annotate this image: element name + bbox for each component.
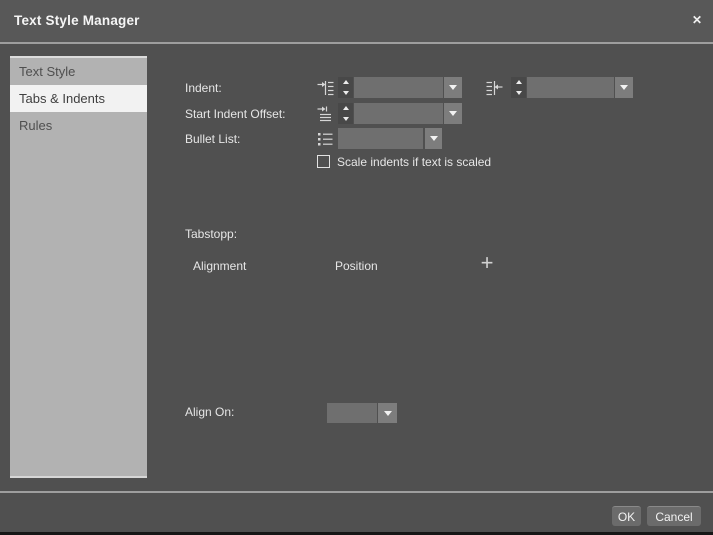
indent-left-icon — [317, 80, 334, 96]
spinner-down-icon[interactable] — [338, 88, 353, 99]
titlebar-separator — [0, 42, 713, 44]
bullet-list-label: Bullet List: — [185, 129, 240, 149]
align-on-input[interactable] — [327, 403, 377, 423]
tabstop-column-alignment: Alignment — [193, 256, 246, 276]
start-indent-offset-dropdown-button[interactable] — [444, 103, 462, 124]
indent-left-spinner — [338, 77, 353, 98]
sidebar-item-rules[interactable]: Rules — [10, 112, 147, 139]
ok-button[interactable]: OK — [612, 506, 641, 526]
spinner-down-icon[interactable] — [338, 114, 353, 125]
indent-right-icon — [486, 80, 503, 96]
close-button[interactable]: ✕ — [687, 10, 707, 30]
spinner-down-icon[interactable] — [511, 88, 526, 99]
dropdown-arrow-icon — [449, 85, 457, 90]
dropdown-arrow-icon — [620, 85, 628, 90]
tabstop-column-position: Position — [335, 256, 378, 276]
spinner-up-icon[interactable] — [338, 77, 353, 88]
bullet-list-input[interactable] — [338, 128, 423, 149]
align-on-label: Align On: — [185, 402, 234, 422]
indent-right-dropdown-button[interactable] — [615, 77, 633, 98]
text-style-manager-dialog: Text Style Manager ✕ Text Style Tabs & I… — [0, 0, 713, 535]
titlebar: Text Style Manager ✕ — [0, 0, 713, 42]
align-on-dropdown-button[interactable] — [378, 403, 397, 423]
plus-icon: + — [481, 250, 494, 275]
close-icon: ✕ — [692, 13, 702, 27]
start-indent-offset-spinner — [338, 103, 353, 124]
sidebar-item-tabs-indents[interactable]: Tabs & Indents — [10, 85, 147, 112]
spinner-up-icon[interactable] — [511, 77, 526, 88]
dropdown-arrow-icon — [384, 411, 392, 416]
indent-left-input[interactable] — [354, 77, 443, 98]
start-indent-offset-icon — [317, 106, 334, 122]
tabstopp-label: Tabstopp: — [185, 224, 237, 244]
footer-separator — [0, 491, 713, 493]
sidebar: Text Style Tabs & Indents Rules — [10, 56, 147, 478]
add-tabstop-button[interactable]: + — [477, 252, 497, 274]
dropdown-arrow-icon — [430, 136, 438, 141]
start-indent-offset-label: Start Indent Offset: — [185, 104, 286, 124]
indent-right-input[interactable] — [527, 77, 614, 98]
indent-right-spinner — [511, 77, 526, 98]
spinner-up-icon[interactable] — [338, 103, 353, 114]
scale-indents-label: Scale indents if text is scaled — [337, 152, 491, 172]
dropdown-arrow-icon — [449, 111, 457, 116]
sidebar-item-text-style[interactable]: Text Style — [10, 58, 147, 85]
bullet-list-icon — [317, 131, 334, 147]
bullet-list-dropdown-button[interactable] — [425, 128, 442, 149]
dialog-title: Text Style Manager — [14, 0, 140, 42]
indent-left-dropdown-button[interactable] — [444, 77, 462, 98]
cancel-button[interactable]: Cancel — [647, 506, 701, 526]
indent-label: Indent: — [185, 78, 222, 98]
start-indent-offset-input[interactable] — [354, 103, 443, 124]
scale-indents-checkbox[interactable] — [317, 155, 330, 168]
